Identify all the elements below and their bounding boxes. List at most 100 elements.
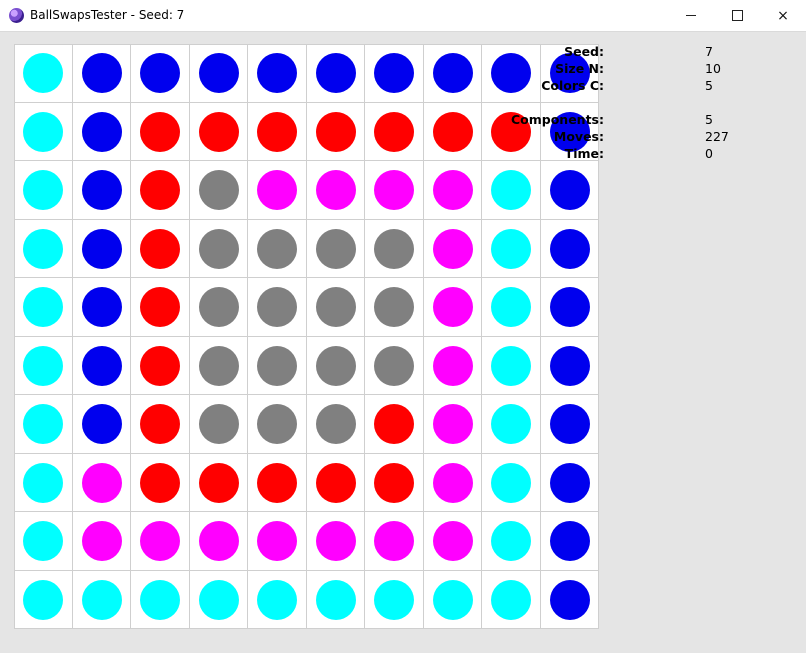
ball[interactable] — [81, 462, 122, 503]
board-cell[interactable] — [423, 453, 482, 512]
ball[interactable] — [549, 404, 590, 444]
ball[interactable] — [315, 111, 356, 152]
board-cell[interactable] — [306, 570, 365, 629]
ball[interactable] — [81, 53, 122, 93]
board-cell[interactable] — [14, 44, 73, 103]
ball[interactable] — [23, 345, 63, 386]
board-cell[interactable] — [482, 395, 541, 454]
maximize-button[interactable] — [714, 0, 760, 31]
ball[interactable] — [549, 521, 590, 561]
ball[interactable] — [140, 287, 180, 327]
ball[interactable] — [257, 287, 297, 327]
board-cell[interactable] — [482, 161, 541, 220]
ball[interactable] — [374, 579, 414, 620]
ball[interactable] — [23, 228, 63, 269]
board-cell[interactable] — [248, 336, 307, 395]
board-cell[interactable] — [131, 219, 190, 278]
board-cell[interactable] — [423, 161, 482, 220]
board-cell[interactable] — [14, 278, 73, 337]
ball[interactable] — [198, 521, 239, 561]
board-cell[interactable] — [14, 512, 73, 571]
ball[interactable] — [549, 579, 590, 620]
board-cell[interactable] — [248, 278, 307, 337]
ball[interactable] — [432, 228, 473, 269]
board-cell[interactable] — [72, 102, 131, 161]
board-cell[interactable] — [482, 278, 541, 337]
board-cell[interactable] — [423, 102, 482, 161]
ball[interactable] — [23, 521, 63, 561]
ball[interactable] — [491, 345, 531, 386]
board-cell[interactable] — [365, 44, 424, 103]
ball[interactable] — [257, 521, 297, 561]
board-cell[interactable] — [248, 44, 307, 103]
ball[interactable] — [549, 345, 590, 386]
board-cell[interactable] — [72, 278, 131, 337]
ball[interactable] — [491, 579, 531, 620]
ball[interactable] — [491, 228, 531, 269]
ball[interactable] — [374, 404, 414, 444]
board-cell[interactable] — [189, 161, 248, 220]
ball[interactable] — [23, 579, 63, 620]
board-cell[interactable] — [189, 453, 248, 512]
ball[interactable] — [491, 404, 531, 444]
board-cell[interactable] — [306, 219, 365, 278]
ball[interactable] — [198, 579, 239, 620]
ball[interactable] — [315, 579, 356, 620]
board-cell[interactable] — [365, 395, 424, 454]
ball[interactable] — [432, 53, 473, 93]
board-cell[interactable] — [306, 453, 365, 512]
ball[interactable] — [491, 521, 531, 561]
ball[interactable] — [432, 462, 473, 503]
board-cell[interactable] — [189, 336, 248, 395]
ball[interactable] — [432, 521, 473, 561]
minimize-button[interactable] — [668, 0, 714, 31]
board-cell[interactable] — [14, 161, 73, 220]
ball[interactable] — [23, 53, 63, 93]
ball[interactable] — [432, 287, 473, 327]
board-cell[interactable] — [306, 512, 365, 571]
board-cell[interactable] — [306, 102, 365, 161]
board-cell[interactable] — [423, 336, 482, 395]
board-cell[interactable] — [72, 336, 131, 395]
ball[interactable] — [198, 53, 239, 93]
ball[interactable] — [432, 170, 473, 210]
board-cell[interactable] — [131, 570, 190, 629]
board-cell[interactable] — [482, 512, 541, 571]
ball[interactable] — [198, 228, 239, 269]
board-cell[interactable] — [14, 570, 73, 629]
board-cell[interactable] — [14, 219, 73, 278]
board-cell[interactable] — [72, 453, 131, 512]
ball[interactable] — [491, 170, 531, 210]
ball[interactable] — [374, 345, 414, 386]
ball[interactable] — [198, 462, 239, 503]
board-cell[interactable] — [248, 570, 307, 629]
ball[interactable] — [257, 462, 297, 503]
ball[interactable] — [315, 287, 356, 327]
ball[interactable] — [315, 170, 356, 210]
board-cell[interactable] — [189, 570, 248, 629]
ball[interactable] — [81, 404, 122, 444]
ball[interactable] — [315, 462, 356, 503]
ball[interactable] — [374, 287, 414, 327]
board-cell[interactable] — [540, 512, 599, 571]
ball[interactable] — [549, 462, 590, 503]
ball[interactable] — [315, 53, 356, 93]
board-cell[interactable] — [540, 161, 599, 220]
board-cell[interactable] — [14, 453, 73, 512]
ball[interactable] — [81, 111, 122, 152]
board-cell[interactable] — [189, 102, 248, 161]
board-cell[interactable] — [365, 219, 424, 278]
ball[interactable] — [315, 521, 356, 561]
ball[interactable] — [315, 404, 356, 444]
ball[interactable] — [198, 287, 239, 327]
board-cell[interactable] — [248, 512, 307, 571]
ball[interactable] — [257, 404, 297, 444]
board-cell[interactable] — [423, 395, 482, 454]
ball[interactable] — [23, 170, 63, 210]
ball[interactable] — [81, 521, 122, 561]
ball[interactable] — [549, 228, 590, 269]
board-cell[interactable] — [423, 219, 482, 278]
board-cell[interactable] — [72, 44, 131, 103]
ball[interactable] — [432, 579, 473, 620]
board-cell[interactable] — [306, 44, 365, 103]
